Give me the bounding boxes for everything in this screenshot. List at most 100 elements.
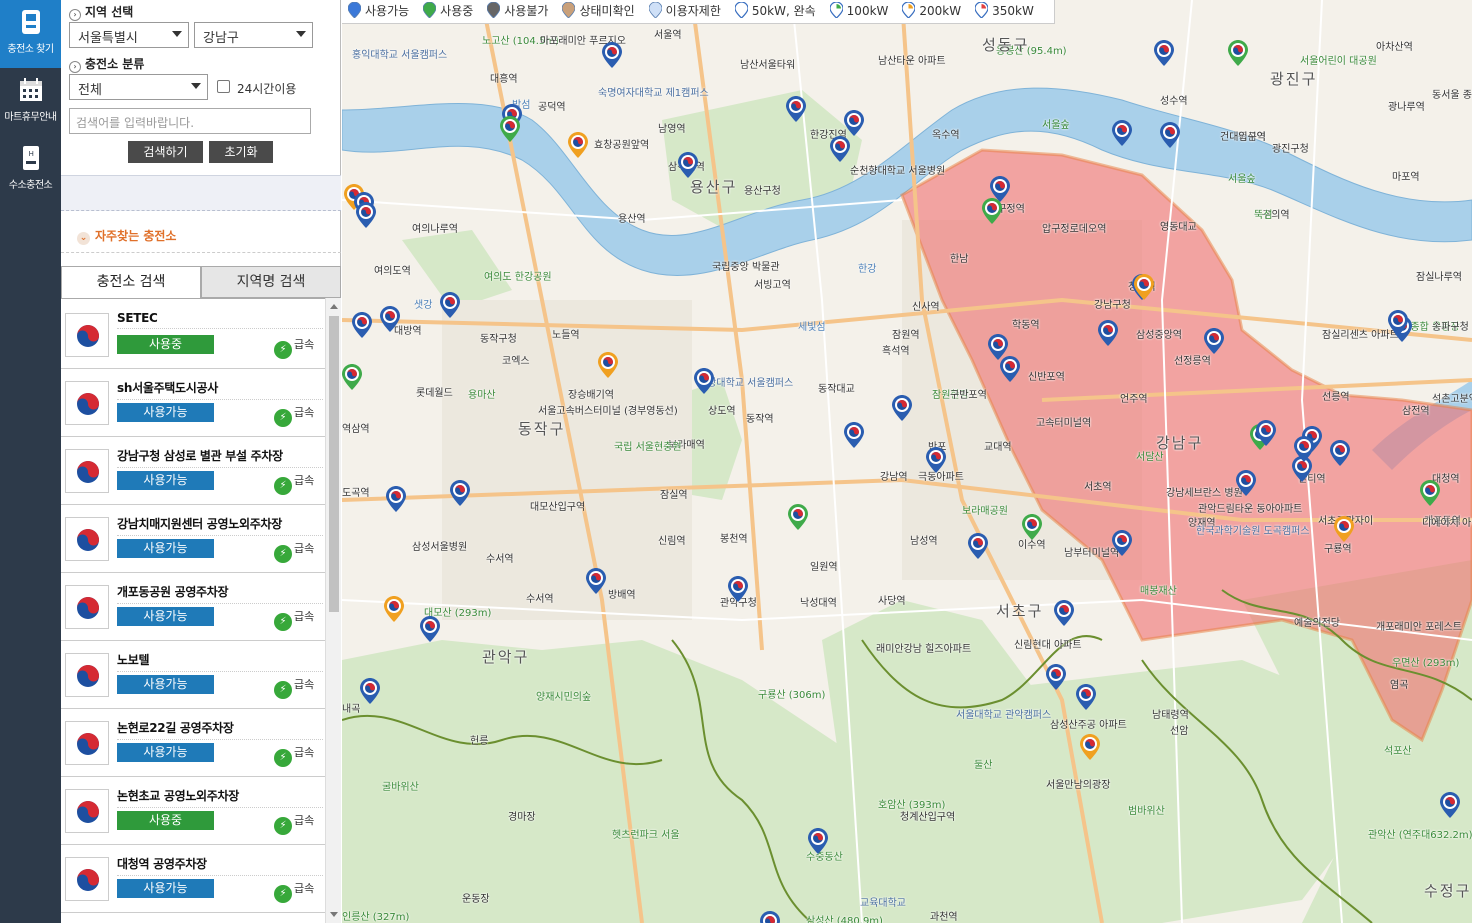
station-name[interactable]: 대청역 공영주차장 <box>117 855 323 876</box>
map-pin-icon <box>829 2 843 18</box>
charger-marker[interactable] <box>440 292 460 318</box>
charger-marker[interactable] <box>568 132 588 158</box>
map-place-label: 구룡산 (306m) <box>758 690 826 701</box>
station-name[interactable]: 노보텔 <box>117 651 323 672</box>
open24-checkbox[interactable] <box>217 80 230 93</box>
charger-marker[interactable] <box>1160 122 1180 148</box>
district-select[interactable]: 강남구 <box>194 22 313 48</box>
charger-pin-icon <box>982 198 1002 224</box>
status-badge: 사용가능 <box>117 879 214 898</box>
favorites-toggle[interactable]: ⌄ 자주찾는 충전소 <box>77 227 176 245</box>
charger-marker[interactable] <box>844 422 864 448</box>
charger-marker[interactable] <box>1236 470 1256 496</box>
charger-marker[interactable] <box>352 312 372 338</box>
map-place-label: 염곡 <box>1390 680 1409 691</box>
reset-button[interactable]: 초기화 <box>209 141 273 163</box>
rail-item-find-charger[interactable]: 충전소 찾기 <box>0 0 61 68</box>
charger-marker[interactable] <box>602 42 622 68</box>
station-row[interactable]: sh서울주택도시공사 사용가능 ⚡ 급속 <box>61 369 325 437</box>
station-name[interactable]: 개포동공원 공영주차장 <box>117 583 323 604</box>
charger-marker[interactable] <box>598 352 618 378</box>
charger-marker[interactable] <box>1134 274 1154 300</box>
charger-marker[interactable] <box>1000 356 1020 382</box>
charger-marker[interactable] <box>1080 734 1100 760</box>
station-name[interactable]: sh서울주택도시공사 <box>117 379 323 400</box>
station-row[interactable]: 노보텔 사용가능 ⚡ 급속 <box>61 641 325 709</box>
station-row[interactable]: 논현로22길 공영주차장 사용가능 ⚡ 급속 <box>61 709 325 777</box>
scroll-down-icon[interactable] <box>330 912 338 917</box>
map-place-label: 마포역 <box>1392 172 1420 183</box>
charger-marker[interactable] <box>830 136 850 162</box>
charger-marker[interactable] <box>1112 530 1132 556</box>
status-badge: 사용중 <box>117 335 214 354</box>
charger-marker[interactable] <box>450 480 470 506</box>
charger-marker[interactable] <box>678 152 698 178</box>
charger-marker[interactable] <box>788 504 808 530</box>
station-row[interactable]: 논현초교 공영노외주차장 사용중 ⚡ 급속 <box>61 777 325 845</box>
charger-marker[interactable] <box>1294 436 1314 462</box>
charger-marker[interactable] <box>1330 440 1350 466</box>
speed-badge: ⚡ 급속 <box>274 472 314 495</box>
scroll-up-icon[interactable] <box>330 304 338 309</box>
city-select[interactable]: 서울특별시 <box>69 22 189 48</box>
charger-marker[interactable] <box>844 110 864 136</box>
charger-marker[interactable] <box>1098 320 1118 346</box>
charger-marker[interactable] <box>420 616 440 642</box>
charger-marker[interactable] <box>1228 40 1248 66</box>
charger-marker[interactable] <box>586 568 606 594</box>
charger-pin-icon <box>568 132 588 158</box>
charger-marker[interactable] <box>1388 310 1408 336</box>
charger-marker[interactable] <box>1256 420 1276 446</box>
charger-marker[interactable] <box>728 576 748 602</box>
charger-marker[interactable] <box>968 533 988 559</box>
map-canvas[interactable]: 노고산 (104.5m) 마포래미안 푸르지오 서울역 남산서울타워 남산타운 아파트 응… <box>342 0 1472 923</box>
station-row[interactable]: 대청역 공영주차장 사용가능 ⚡ 급속 <box>61 845 325 913</box>
charger-marker[interactable] <box>1334 516 1354 542</box>
station-name[interactable]: 논현로22길 공영주차장 <box>117 719 323 740</box>
charger-marker[interactable] <box>356 202 376 228</box>
search-button[interactable]: 검색하기 <box>128 141 203 163</box>
list-scrollbar[interactable] <box>325 298 341 923</box>
charger-marker[interactable] <box>760 911 780 923</box>
charger-marker[interactable] <box>1154 40 1174 66</box>
charger-marker[interactable] <box>500 116 520 142</box>
charger-pin-icon <box>694 368 714 394</box>
charger-marker[interactable] <box>1440 792 1460 818</box>
charger-marker[interactable] <box>386 486 406 512</box>
station-name[interactable]: SETEC <box>117 311 323 329</box>
tab-region-search[interactable]: 지역명 검색 <box>201 266 341 298</box>
charger-marker[interactable] <box>360 678 380 704</box>
charger-marker[interactable] <box>1054 600 1074 626</box>
charger-marker[interactable] <box>1420 480 1440 506</box>
charger-marker[interactable] <box>342 364 362 390</box>
charger-marker[interactable] <box>1112 120 1132 146</box>
charger-marker[interactable] <box>926 447 946 473</box>
rail-item-mart-holiday[interactable]: 마트휴무안내 <box>0 68 61 136</box>
station-name[interactable]: 강남치매지원센터 공영노외주차장 <box>117 515 323 536</box>
station-name[interactable]: 논현초교 공영노외주차장 <box>117 787 323 808</box>
station-row[interactable]: 강남치매지원센터 공영노외주차장 사용가능 ⚡ 급속 <box>61 505 325 573</box>
charger-marker[interactable] <box>1022 514 1042 540</box>
rail-item-hydrogen[interactable]: H 수소충전소 <box>0 136 61 204</box>
map-place-label: 잠실역 <box>660 490 688 501</box>
station-name[interactable]: 강남구청 삼성로 별관 부설 주차장 <box>117 447 323 468</box>
station-row[interactable]: 강남구청 삼성로 별관 부설 주차장 사용가능 ⚡ 급속 <box>61 437 325 505</box>
scroll-thumb[interactable] <box>329 316 339 612</box>
charger-marker[interactable] <box>892 395 912 421</box>
map-place-label: 남부터미널역 <box>1064 548 1120 559</box>
tab-station-search[interactable]: 충전소 검색 <box>61 266 201 298</box>
charger-marker[interactable] <box>1204 328 1224 354</box>
charger-marker[interactable] <box>1076 684 1096 710</box>
type-select[interactable]: 전체 <box>69 74 208 100</box>
station-row[interactable]: SETEC 사용중 ⚡ 급속 <box>61 301 325 369</box>
charger-marker[interactable] <box>380 306 400 332</box>
charger-marker[interactable] <box>694 368 714 394</box>
charger-marker[interactable] <box>808 828 828 854</box>
charger-marker[interactable] <box>982 198 1002 224</box>
station-row[interactable]: 개포동공원 공영주차장 사용가능 ⚡ 급속 <box>61 573 325 641</box>
charger-marker[interactable] <box>786 96 806 122</box>
city-select-value: 서울특별시 <box>78 31 138 46</box>
search-input[interactable]: 검색어를 입력바랍니다. <box>69 108 311 134</box>
charger-marker[interactable] <box>384 596 404 622</box>
charger-marker[interactable] <box>1046 664 1066 690</box>
